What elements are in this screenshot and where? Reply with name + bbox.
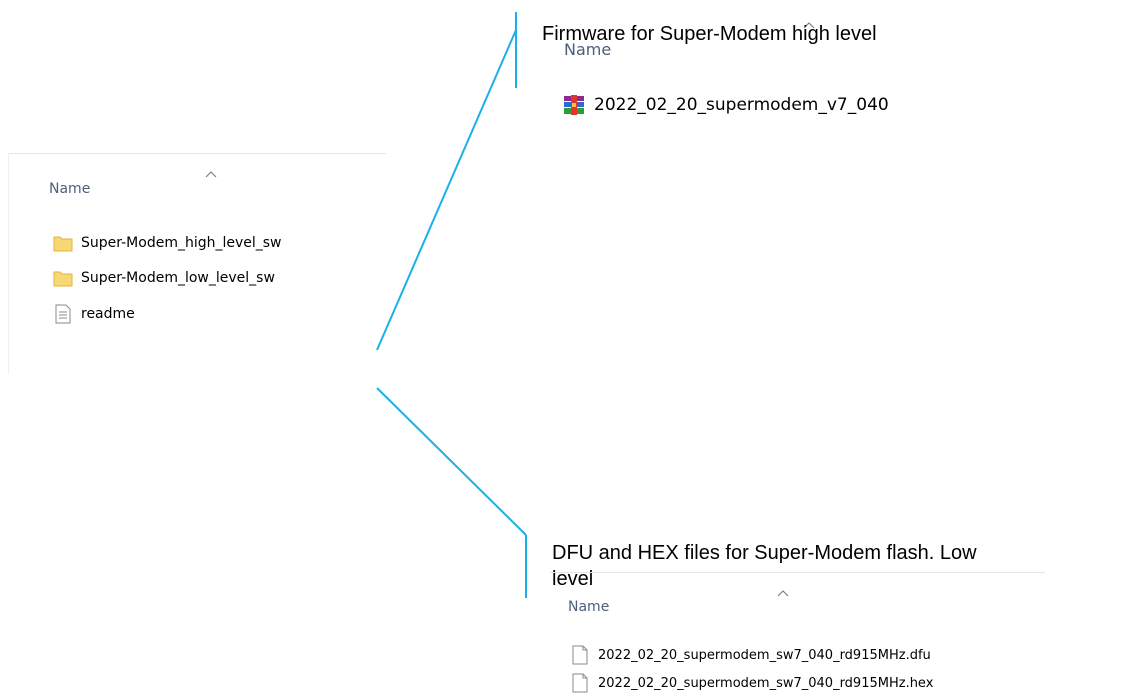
- item-label: 2022_02_20_supermodem_v7_040: [594, 95, 889, 115]
- bottom-explorer-pane: Name 2022_02_20_supermodem_sw7_040_rd915…: [550, 572, 1045, 696]
- rar-archive-icon: [562, 93, 586, 117]
- name-column-header[interactable]: Name: [568, 599, 609, 615]
- list-item-folder-low[interactable]: Super-Modem_low_level_sw: [53, 266, 275, 290]
- annotation-top: Firmware for Super-Modem high level: [542, 23, 877, 45]
- connector-line-bottom: [376, 387, 527, 536]
- text-file-icon: [53, 304, 73, 324]
- sort-caret-icon[interactable]: [777, 589, 789, 597]
- file-icon: [570, 645, 590, 665]
- folder-icon: [53, 233, 73, 253]
- item-label: 2022_02_20_supermodem_sw7_040_rd915MHz.h…: [598, 675, 934, 691]
- connector-line-top: [376, 29, 517, 351]
- item-label: Super-Modem_high_level_sw: [81, 235, 282, 251]
- item-label: readme: [81, 306, 135, 322]
- item-label: Super-Modem_low_level_sw: [81, 270, 275, 286]
- file-icon: [570, 673, 590, 693]
- list-item-archive[interactable]: 2022_02_20_supermodem_v7_040: [562, 93, 889, 117]
- sort-caret-icon[interactable]: [205, 170, 217, 178]
- left-explorer-pane: Name Super-Modem_high_level_sw Super-Mod…: [8, 153, 386, 374]
- list-item-folder-high[interactable]: Super-Modem_high_level_sw: [53, 231, 282, 255]
- list-item-hex[interactable]: 2022_02_20_supermodem_sw7_040_rd915MHz.h…: [570, 671, 933, 695]
- item-label: 2022_02_20_supermodem_sw7_040_rd915MHz.d…: [598, 647, 931, 663]
- annotation-bottom-line1: DFU and HEX files for Super-Modem flash.…: [552, 542, 977, 564]
- list-item-readme[interactable]: readme: [53, 302, 135, 326]
- name-column-header[interactable]: Name: [49, 181, 90, 197]
- list-item-dfu[interactable]: 2022_02_20_supermodem_sw7_040_rd915MHz.d…: [570, 643, 931, 667]
- folder-icon: [53, 268, 73, 288]
